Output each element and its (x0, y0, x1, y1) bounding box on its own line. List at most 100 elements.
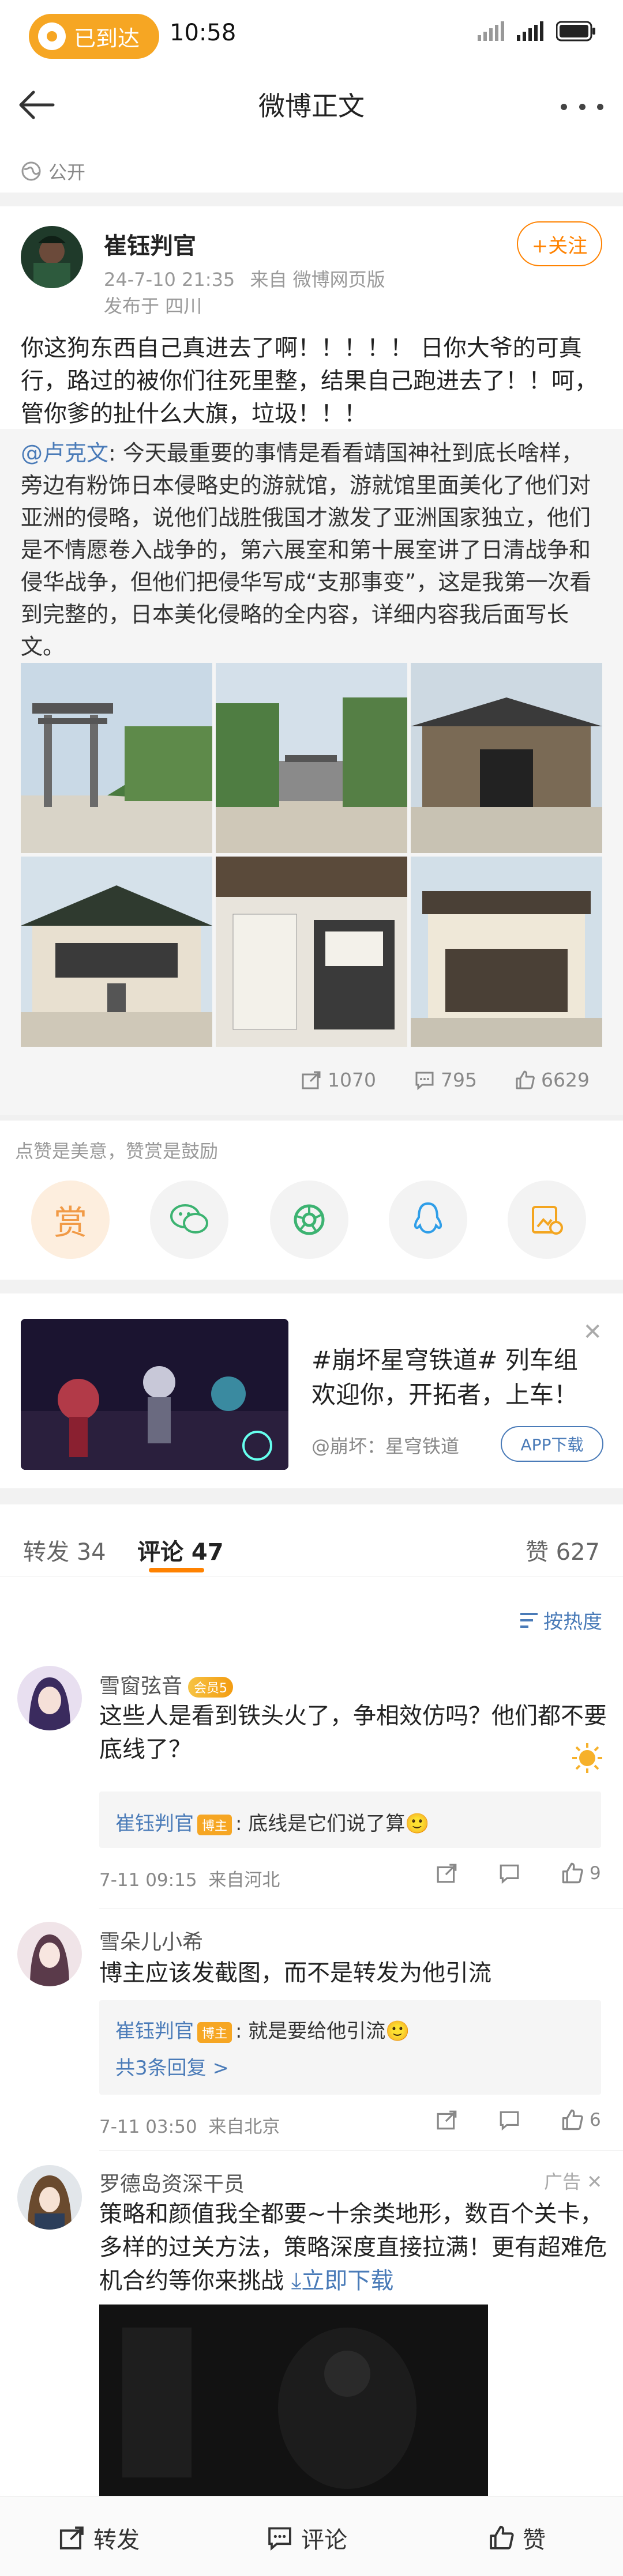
tab-comments[interactable]: 评论 47 (137, 1533, 224, 1567)
comment-from: 来自北京 (208, 2117, 280, 2137)
location-arrived-pill[interactable]: 已到达 (29, 14, 159, 59)
sort-icon (520, 1612, 538, 1628)
ad-source: @崩坏：星穹铁道 (312, 1435, 460, 1457)
author-name[interactable]: 崔钰判官 (104, 227, 196, 261)
status-time: 10:58 (170, 20, 237, 46)
wechat-share-button[interactable] (150, 1180, 228, 1259)
close-icon[interactable]: ✕ (587, 2171, 602, 2193)
ad-download-link[interactable]: ⤓立即下载 (291, 2268, 394, 2294)
moments-share-button[interactable] (270, 1180, 348, 1259)
qq-share-button[interactable] (389, 1180, 467, 1259)
section-divider (0, 1280, 623, 1293)
comment-divider (99, 1908, 623, 1909)
repost-comment-count[interactable]: 795 (414, 1069, 477, 1091)
commenter-avatar[interactable] (17, 1922, 82, 1986)
thumb-up-icon (490, 2525, 514, 2549)
repost-image-6[interactable] (411, 857, 602, 1047)
repost-image-3[interactable] (411, 663, 602, 853)
bottom-repost-button[interactable]: 转发 (59, 2521, 140, 2555)
comment-time: 7-11 09:15 (99, 1870, 197, 1891)
reply-author[interactable]: 崔钰判官 (115, 2020, 194, 2043)
reply-line: 崔钰判官 博主: 就是要给他引流🙂 (115, 2015, 410, 2043)
share-icon (59, 2526, 84, 2549)
repost-image-5[interactable] (216, 857, 407, 1047)
qq-icon (414, 1202, 442, 1234)
qzone-icon (532, 1206, 563, 1235)
tab-likes[interactable]: 赞 627 (526, 1533, 600, 1567)
comment-like-count: 6 (590, 2110, 601, 2130)
repost-like-count[interactable]: 6629 (515, 1069, 590, 1091)
reply-box[interactable] (99, 2000, 601, 2095)
share-icon (437, 2110, 457, 2130)
comment-share-button[interactable] (436, 2109, 458, 2131)
comment-icon (415, 1072, 434, 1090)
more-replies-link[interactable]: 共3条回复 > (115, 2052, 229, 2080)
active-tab-indicator (149, 1568, 204, 1572)
qzone-share-button[interactable] (508, 1180, 586, 1259)
repost-text: @卢克文: 今天最重要的事情是看看靖国神社到底长啥样，旁边有粉饰日本侵略史的游就… (21, 437, 603, 663)
visibility-label: 公开 (48, 161, 86, 183)
location-pin-icon (38, 22, 66, 50)
tab-repost[interactable]: 转发 34 (23, 1533, 106, 1567)
bottom-comment-button[interactable]: 评论 (267, 2521, 347, 2555)
comment-text: 博主应该发截图，而不是转发为他引流 (99, 1960, 491, 1986)
author-badge: 博主 (197, 2021, 232, 2043)
ad-tag[interactable]: 广告 ✕ (544, 2167, 602, 2194)
thumb-up-icon (562, 2109, 583, 2130)
ad-image[interactable] (21, 1319, 288, 1470)
reply-line: 崔钰判官 博主: 底线是它们说了算🙂 (115, 1808, 430, 1836)
commenter-avatar[interactable] (17, 1666, 82, 1730)
commenter-avatar[interactable] (17, 2165, 82, 2230)
comment-icon (500, 1864, 519, 1884)
close-icon[interactable]: ✕ (583, 1319, 602, 1345)
author-badge: 博主 (197, 1814, 232, 1835)
like-count-label: 6629 (541, 1069, 590, 1091)
comment-reply-button[interactable] (498, 2109, 520, 2131)
repost-image-2[interactable] (216, 663, 407, 853)
post-location: 发布于 四川 (104, 295, 202, 317)
post-timestamp: 24-7-10 21:35 (104, 269, 235, 291)
post-source: 来自 微博网页版 (250, 269, 385, 291)
comment-author[interactable]: 雪窗弦音 会员5 (99, 1669, 234, 1699)
comment-divider (99, 2150, 623, 2151)
repost-share-count[interactable]: 1070 (301, 1069, 376, 1091)
more-dots-icon[interactable] (561, 85, 603, 128)
author-avatar[interactable] (21, 226, 83, 288)
section-divider (0, 1488, 623, 1504)
reply-text: : 底线是它们说了算🙂 (235, 1812, 430, 1835)
section-divider (0, 193, 623, 206)
comment-like-button[interactable]: 6 (561, 2109, 601, 2132)
comment-share-button[interactable] (436, 1862, 458, 1884)
post-meta: 24-7-10 21:35 来自 微博网页版 (104, 265, 385, 292)
comment-like-button[interactable]: 9 (561, 1862, 601, 1885)
comment-reply-button[interactable] (498, 1862, 520, 1884)
ad-title[interactable]: #崩坏星穹铁道# 列车组欢迎你，开拓者，上车！ (312, 1343, 600, 1412)
comment-icon (268, 2527, 291, 2551)
reply-author[interactable]: 崔钰判官 (115, 1812, 194, 1835)
comment-author-name[interactable]: 雪窗弦音 (99, 1674, 182, 1698)
comment-author-name[interactable]: 雪朵儿小希 (99, 1925, 203, 1955)
follow-button[interactable]: +关注 (517, 221, 602, 266)
comment-actions: 9 (436, 1862, 601, 1885)
repost-image-1[interactable] (21, 663, 212, 853)
repost-mention-link[interactable]: @卢克文 (21, 440, 108, 466)
comment-author-name[interactable]: 罗德岛资深干员 (99, 2167, 245, 2197)
sort-by-hot-button[interactable]: 按热度 (519, 1606, 602, 1634)
page-title: 微博正文 (258, 90, 365, 122)
repost-image-4[interactable] (21, 857, 212, 1047)
ad-download-button[interactable]: APP下载 (501, 1426, 603, 1462)
post-text: 你这狗东西自己真进去了啊！！！！！ 日你大爷的可真行，路过的被你们往死里整，结果… (21, 335, 598, 427)
wechat-icon (170, 1204, 208, 1234)
status-icons (478, 21, 596, 42)
ad-comment-text: 策略和颜值我全都要~十余类地形，数百个关卡，多样的过关方法，策略深度直接拉满！更… (99, 2197, 618, 2298)
comment-text: 这些人是看到铁头火了，争相效仿吗？他们都不要底线了？ (99, 1703, 607, 1763)
location-pill-label: 已到达 (74, 25, 140, 51)
thumb-up-icon (516, 1070, 535, 1089)
bottom-comment-label: 评论 (301, 2527, 347, 2554)
sort-label: 按热度 (543, 1611, 602, 1634)
section-divider (0, 1115, 623, 1121)
ad-comment-image[interactable] (99, 2305, 488, 2500)
reward-hint: 点赞是美意，赞赏是鼓励 (15, 1140, 219, 1162)
reward-button[interactable]: 赏 (31, 1180, 110, 1259)
bottom-like-button[interactable]: 赞 (488, 2521, 546, 2555)
